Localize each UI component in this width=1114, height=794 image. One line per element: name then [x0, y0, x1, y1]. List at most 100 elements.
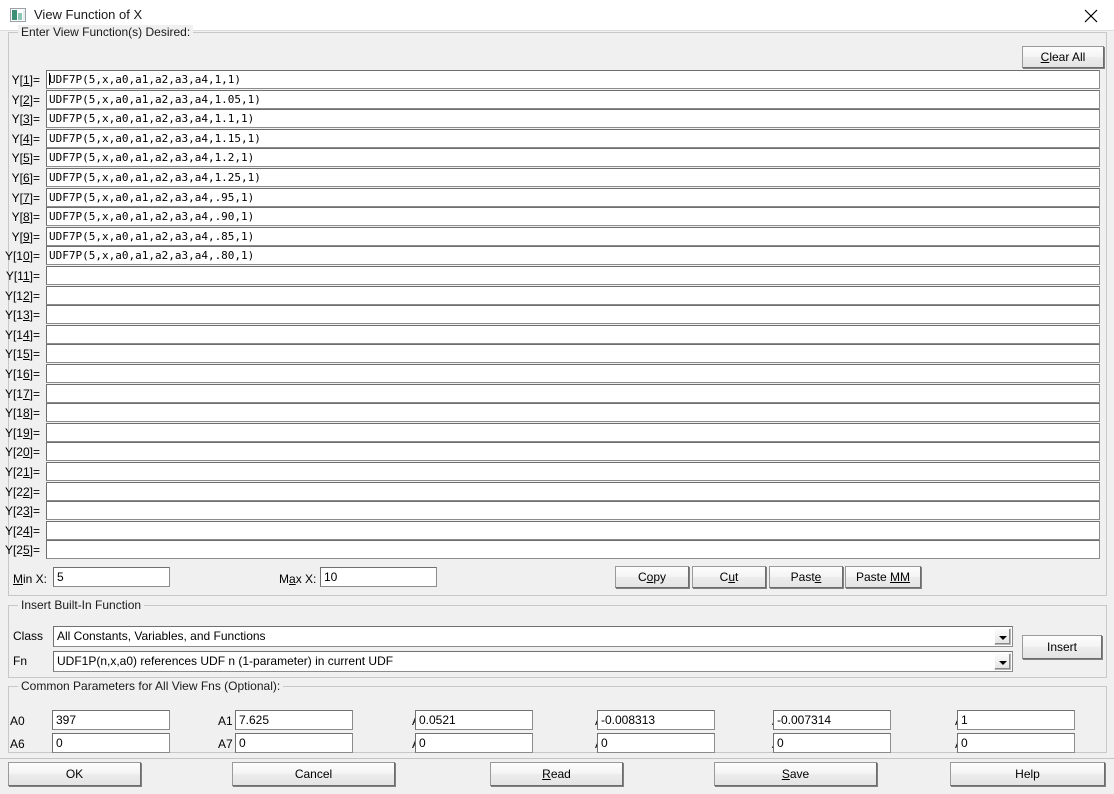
insert-function-legend: Insert Built-In Function: [18, 598, 145, 612]
view-function-input[interactable]: UDF7P(5,x,a0,a1,a2,a3,a4,.85,1): [46, 227, 1100, 246]
button-label: Cancel: [294, 767, 333, 781]
button-label: Save: [781, 767, 810, 781]
view-function-row-label: Y[14]=: [4, 328, 40, 342]
read-button[interactable]: Read: [490, 762, 623, 786]
save-button[interactable]: Save: [714, 762, 877, 786]
min-x-label: Min X:: [13, 572, 48, 586]
param-label-a7: A7: [218, 737, 233, 751]
view-function-input[interactable]: [46, 423, 1100, 442]
button-label: OK: [65, 767, 84, 781]
cut-button[interactable]: Cut: [692, 566, 766, 588]
view-function-row-label: Y[19]=: [4, 426, 40, 440]
view-function-input[interactable]: UDF7P(5,x,a0,a1,a2,a3,a4,1.05,1): [46, 90, 1100, 109]
paste-mm-button[interactable]: Paste MM: [845, 566, 921, 588]
view-function-input[interactable]: [46, 364, 1100, 383]
param-input-a6[interactable]: 0: [52, 733, 170, 753]
ok-button[interactable]: OK: [8, 762, 141, 786]
fn-combobox[interactable]: UDF1P(n,x,a0) references UDF n (1-parame…: [53, 651, 1013, 672]
view-function-input[interactable]: [46, 325, 1100, 344]
min-x-input[interactable]: 5: [53, 567, 170, 587]
view-function-input[interactable]: [46, 442, 1100, 461]
button-label: Paste MM: [855, 570, 911, 584]
view-function-input[interactable]: UDF7P(5,x,a0,a1,a2,a3,a4,1,1): [46, 70, 1100, 89]
view-function-input[interactable]: UDF7P(5,x,a0,a1,a2,a3,a4,1.15,1): [46, 129, 1100, 148]
cancel-button[interactable]: Cancel: [232, 762, 395, 786]
button-label: Help: [1015, 767, 1040, 781]
view-function-input[interactable]: UDF7P(5,x,a0,a1,a2,a3,a4,1.2,1): [46, 148, 1100, 167]
view-function-row-label: Y[18]=: [4, 406, 40, 420]
view-function-input[interactable]: UDF7P(5,x,a0,a1,a2,a3,a4,1.25,1): [46, 168, 1100, 187]
param-input-a11[interactable]: 0: [957, 733, 1075, 753]
view-function-row-label: Y[6]=: [11, 171, 40, 185]
param-input-a7[interactable]: 0: [235, 733, 353, 753]
footer-divider: [0, 758, 1114, 759]
param-input-a10[interactable]: 0: [773, 733, 891, 753]
view-function-row-label: Y[22]=: [4, 485, 40, 499]
view-function-input[interactable]: [46, 403, 1100, 422]
view-function-row-label: Y[2]=: [11, 93, 40, 107]
view-function-row-label: Y[9]=: [11, 230, 40, 244]
close-icon[interactable]: [1068, 0, 1114, 29]
view-function-input[interactable]: [46, 482, 1100, 501]
view-function-row-label: Y[3]=: [11, 112, 40, 126]
chevron-down-icon[interactable]: [994, 653, 1011, 670]
class-combobox[interactable]: All Constants, Variables, and Functions: [53, 626, 1013, 647]
param-label-a1: A1: [218, 714, 233, 728]
view-function-row-label: Y[1]=: [11, 73, 40, 87]
param-input-a9[interactable]: 0: [597, 733, 715, 753]
view-function-input[interactable]: [46, 540, 1100, 559]
param-input-a4[interactable]: -0.007314: [773, 710, 891, 730]
common-parameters-groupbox: Common Parameters for All View Fns (Opti…: [8, 679, 1107, 753]
view-function-row-label: Y[5]=: [11, 151, 40, 165]
common-parameters-legend: Common Parameters for All View Fns (Opti…: [18, 679, 284, 693]
view-function-row-label: Y[11]=: [5, 269, 40, 283]
max-x-input[interactable]: 10: [320, 567, 437, 587]
view-function-input[interactable]: [46, 384, 1100, 403]
view-function-input[interactable]: [46, 286, 1100, 305]
help-button[interactable]: Help: [950, 762, 1105, 786]
param-label-a6: A6: [10, 737, 25, 751]
view-function-row-label: Y[23]=: [4, 504, 40, 518]
fn-label: Fn: [13, 654, 28, 668]
button-label: Cut: [719, 570, 739, 584]
view-function-row-label: Y[21]=: [4, 465, 40, 479]
view-function-input[interactable]: UDF7P(5,x,a0,a1,a2,a3,a4,.80,1): [46, 246, 1100, 265]
button-label: Paste: [790, 570, 822, 584]
max-x-label: Max X:: [279, 572, 317, 586]
class-combobox-value: All Constants, Variables, and Functions: [57, 629, 266, 643]
param-input-a3[interactable]: -0.008313: [597, 710, 715, 730]
view-function-input[interactable]: UDF7P(5,x,a0,a1,a2,a3,a4,.95,1): [46, 188, 1100, 207]
view-function-row-label: Y[7]=: [11, 191, 40, 205]
param-label-a0: A0: [10, 714, 25, 728]
view-function-row-label: Y[16]=: [4, 367, 40, 381]
view-function-input[interactable]: UDF7P(5,x,a0,a1,a2,a3,a4,.90,1): [46, 207, 1100, 226]
param-input-a2[interactable]: 0.0521: [415, 710, 533, 730]
param-input-a0[interactable]: 397: [52, 710, 170, 730]
view-function-dialog: View Function of X Enter View Function(s…: [0, 0, 1114, 794]
chevron-down-icon[interactable]: [994, 628, 1011, 645]
view-function-input[interactable]: [46, 344, 1100, 363]
view-function-row-label: Y[13]=: [4, 308, 40, 322]
chart-window-icon: [10, 8, 26, 22]
view-function-input[interactable]: [46, 266, 1100, 285]
view-functions-legend: Enter View Function(s) Desired:: [18, 25, 194, 39]
view-function-row-label: Y[20]=: [4, 445, 40, 459]
copy-button[interactable]: Copy: [615, 566, 689, 588]
view-function-input[interactable]: [46, 501, 1100, 520]
view-function-row-label: Y[17]=: [4, 387, 40, 401]
view-function-input[interactable]: [46, 462, 1100, 481]
paste-button[interactable]: Paste: [769, 566, 843, 588]
insert-button[interactable]: Insert: [1022, 635, 1102, 659]
clear-all-button[interactable]: Clear All: [1022, 46, 1104, 68]
param-input-a5[interactable]: 1: [957, 710, 1075, 730]
param-input-a8[interactable]: 0: [415, 733, 533, 753]
view-function-row-label: Y[8]=: [11, 210, 40, 224]
clear-all-label: Clear All: [1040, 50, 1086, 64]
view-function-input[interactable]: [46, 305, 1100, 324]
param-input-a1[interactable]: 7.625: [235, 710, 353, 730]
view-function-input[interactable]: UDF7P(5,x,a0,a1,a2,a3,a4,1.1,1): [46, 109, 1100, 128]
view-function-row-label: Y[4]=: [11, 132, 40, 146]
view-function-input[interactable]: [46, 521, 1100, 540]
class-label: Class: [13, 629, 44, 643]
button-label: Read: [542, 767, 571, 781]
